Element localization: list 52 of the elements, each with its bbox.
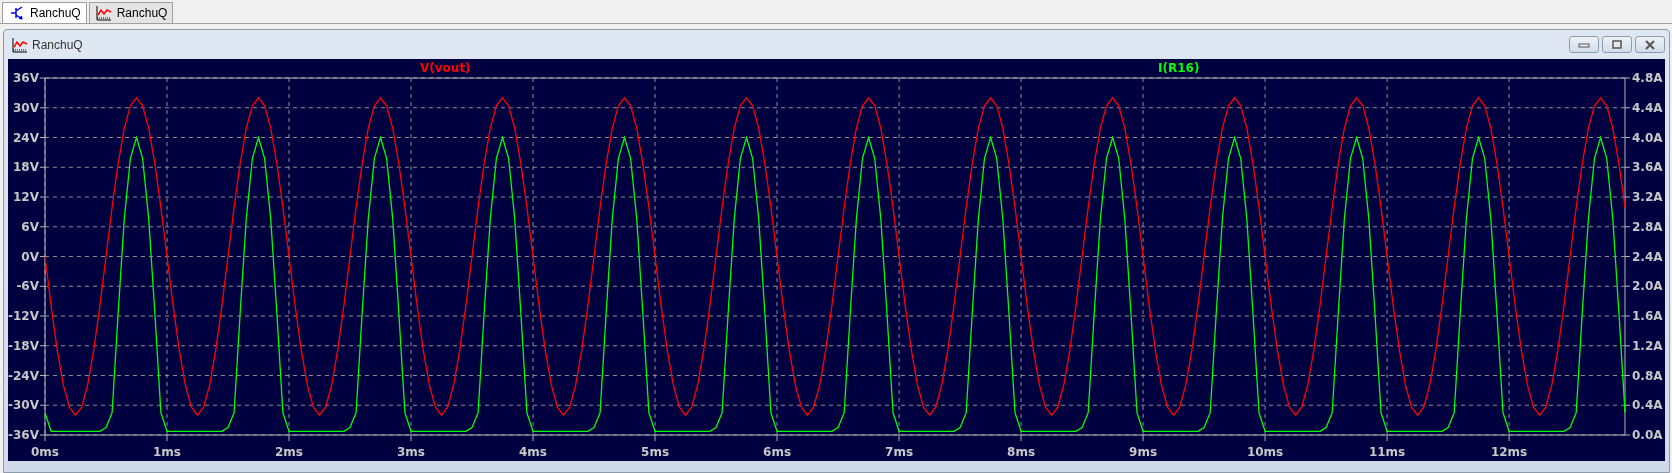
y-tick-label: 0V [21, 249, 39, 264]
x-tick-label: 1ms [153, 445, 181, 459]
y-tick-label: 1.6A [1632, 309, 1663, 323]
y-tick-label: 0.0A [1632, 428, 1663, 442]
y-tick-label: 6V [21, 219, 39, 234]
y-tick-label: 2.8A [1632, 219, 1663, 234]
x-tick-label: 10ms [1246, 445, 1284, 459]
x-tick-label: 12ms [1490, 445, 1528, 459]
trace-label[interactable]: I(R16) [1158, 61, 1200, 75]
x-tick-label: 6ms [763, 445, 792, 459]
close-button[interactable] [1635, 36, 1665, 53]
y-tick-label: 2.4A [1632, 249, 1663, 264]
y-tick-label: -36V [8, 428, 39, 442]
y-tick-label: 1.2A [1632, 338, 1663, 353]
trace-label[interactable]: V(vout) [420, 61, 471, 75]
y-tick-label: -12V [8, 309, 39, 323]
x-tick-label: 8ms [1007, 445, 1036, 459]
x-tick-label: 9ms [1129, 445, 1158, 459]
x-tick-label: 0ms [31, 445, 59, 459]
y-tick-label: 0.4A [1632, 398, 1663, 413]
restore-button[interactable] [1602, 36, 1632, 53]
y-tick-label: 30V [13, 100, 39, 115]
y-tick-label: -18V [8, 338, 39, 353]
minimize-button[interactable] [1569, 36, 1599, 53]
y-tick-label: 12V [13, 190, 39, 204]
y-tick-label: 36V [13, 71, 39, 85]
y-tick-label: -6V [16, 279, 39, 294]
x-tick-label: 5ms [641, 445, 670, 459]
y-tick-label: 0.8A [1632, 368, 1663, 383]
y-tick-label: 4.8A [1632, 71, 1663, 85]
y-tick-label: 4.4A [1632, 100, 1663, 115]
document-tab[interactable]: RanchuQ [2, 2, 87, 23]
document-tab[interactable]: RanchuQ [88, 2, 174, 23]
y-tick-label: 3.6A [1632, 160, 1663, 175]
restore-icon [1610, 39, 1624, 50]
y-tick-label: 4.0A [1632, 130, 1663, 145]
waveform-icon [12, 36, 28, 53]
window-title: RanchuQ [32, 37, 83, 52]
y-tick-label: 24V [13, 130, 39, 145]
y-tick-label: 3.2A [1632, 190, 1663, 204]
x-tick-label: 11ms [1368, 445, 1406, 459]
y-tick-label: -24V [8, 368, 39, 383]
y-tick-label: 18V [13, 160, 39, 175]
x-tick-label: 3ms [397, 445, 425, 459]
x-tick-label: 4ms [519, 445, 548, 459]
x-tick-label: 7ms [885, 445, 914, 459]
y-tick-label: -30V [8, 398, 39, 413]
y-tick-label: 2.0A [1632, 279, 1663, 294]
waveform-icon [95, 5, 112, 21]
transistor-icon [9, 5, 25, 21]
x-tick-label: 2ms [275, 445, 303, 459]
close-icon [1643, 39, 1657, 50]
